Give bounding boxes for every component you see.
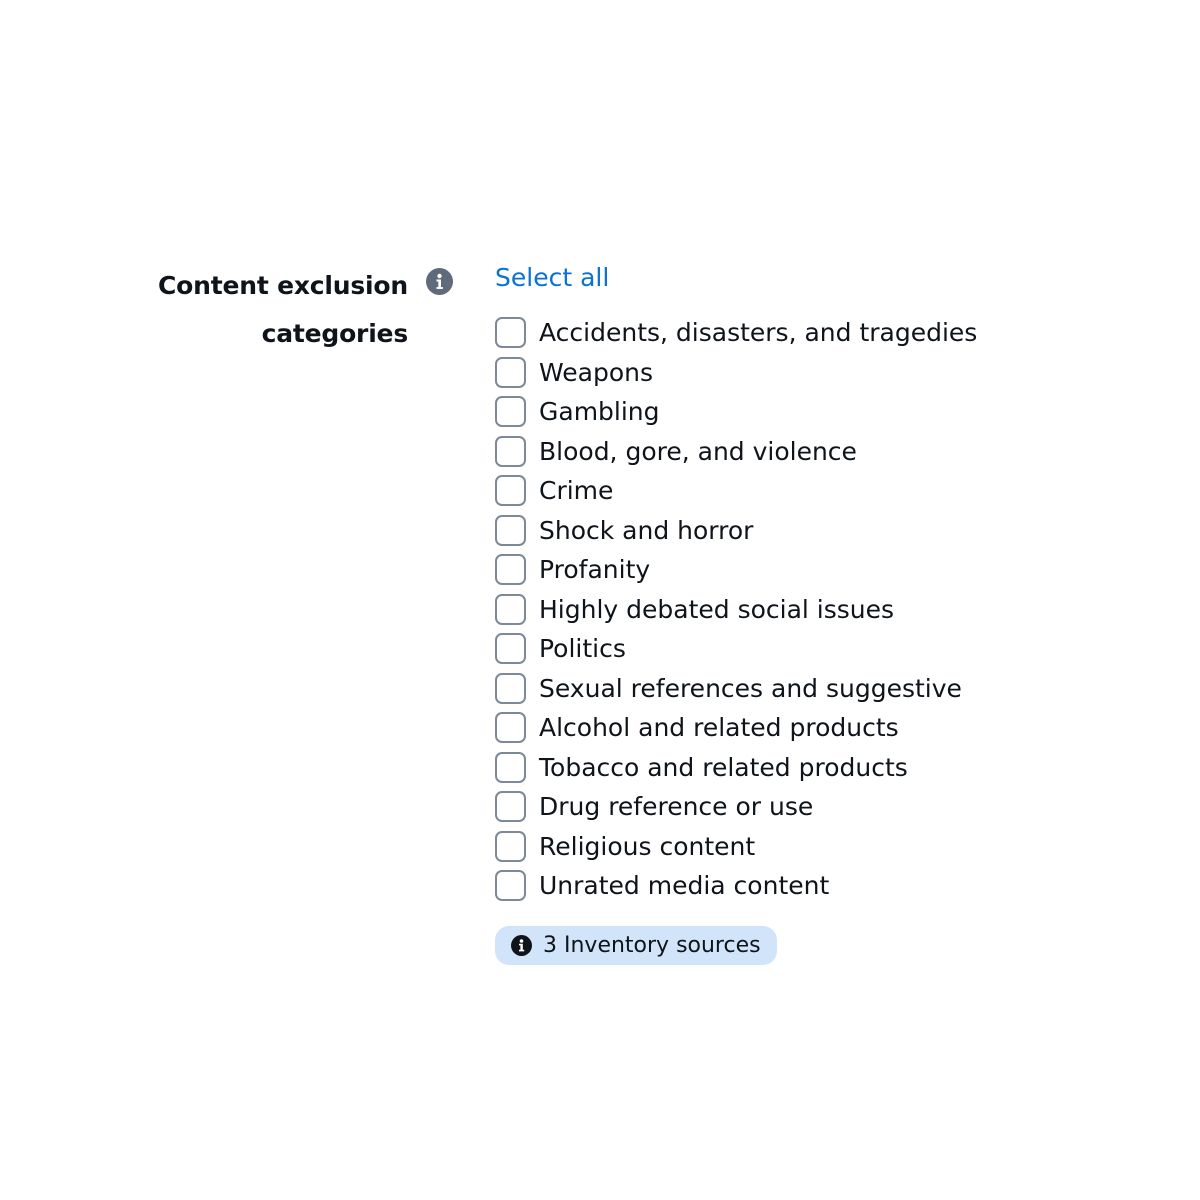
category-option[interactable]: Profanity bbox=[495, 550, 1155, 590]
checkbox-label[interactable]: Shock and horror bbox=[539, 511, 753, 550]
category-option[interactable]: Shock and horror bbox=[495, 511, 1155, 551]
info-icon bbox=[511, 935, 532, 956]
field-label-line-1: Content exclusion bbox=[158, 271, 408, 300]
category-option[interactable]: Blood, gore, and violence bbox=[495, 432, 1155, 472]
checkbox-label[interactable]: Politics bbox=[539, 629, 626, 668]
checkbox-label[interactable]: Sexual references and suggestive bbox=[539, 669, 962, 708]
content-exclusion-control: Select all Accidents, disasters, and tra… bbox=[495, 258, 1155, 906]
category-option[interactable]: Religious content bbox=[495, 827, 1155, 867]
checkbox-label[interactable]: Unrated media content bbox=[539, 866, 829, 905]
checkbox[interactable] bbox=[495, 791, 526, 823]
category-option[interactable]: Gambling bbox=[495, 392, 1155, 432]
checkbox-label[interactable]: Profanity bbox=[539, 550, 650, 589]
category-option[interactable]: Tobacco and related products bbox=[495, 748, 1155, 788]
checkbox[interactable] bbox=[495, 751, 526, 783]
checkbox[interactable] bbox=[495, 870, 526, 902]
checkbox[interactable] bbox=[495, 396, 526, 428]
category-checkbox-list: Accidents, disasters, and tragedies Weapo… bbox=[495, 313, 1155, 906]
field-label: Content exclusion categories bbox=[88, 262, 408, 358]
checkbox[interactable] bbox=[495, 554, 526, 586]
checkbox-label[interactable]: Blood, gore, and violence bbox=[539, 432, 857, 471]
checkbox[interactable] bbox=[495, 475, 526, 507]
checkbox-label[interactable]: Religious content bbox=[539, 827, 755, 866]
category-option[interactable]: Sexual references and suggestive bbox=[495, 669, 1155, 709]
checkbox-label[interactable]: Alcohol and related products bbox=[539, 708, 899, 747]
category-option[interactable]: Politics bbox=[495, 629, 1155, 669]
inventory-sources-badge[interactable]: 3 Inventory sources bbox=[495, 926, 777, 965]
checkbox-label[interactable]: Drug reference or use bbox=[539, 787, 813, 826]
category-option[interactable]: Crime bbox=[495, 471, 1155, 511]
info-icon[interactable] bbox=[426, 268, 453, 295]
category-option[interactable]: Highly debated social issues bbox=[495, 590, 1155, 630]
select-all-link[interactable]: Select all bbox=[495, 258, 609, 298]
checkbox[interactable] bbox=[495, 830, 526, 862]
field-label-line-2: categories bbox=[261, 319, 409, 348]
checkbox[interactable] bbox=[495, 435, 526, 467]
checkbox-label[interactable]: Weapons bbox=[539, 353, 653, 392]
checkbox[interactable] bbox=[495, 593, 526, 625]
checkbox[interactable] bbox=[495, 356, 526, 388]
checkbox-label[interactable]: Highly debated social issues bbox=[539, 590, 894, 629]
checkbox[interactable] bbox=[495, 712, 526, 744]
checkbox[interactable] bbox=[495, 317, 526, 349]
checkbox-label[interactable]: Accidents, disasters, and tragedies bbox=[539, 313, 977, 352]
checkbox-label[interactable]: Gambling bbox=[539, 392, 660, 431]
checkbox-label[interactable]: Tobacco and related products bbox=[539, 748, 908, 787]
category-option[interactable]: Drug reference or use bbox=[495, 787, 1155, 827]
checkbox[interactable] bbox=[495, 633, 526, 665]
checkbox[interactable] bbox=[495, 514, 526, 546]
category-option[interactable]: Unrated media content bbox=[495, 866, 1155, 906]
category-option[interactable]: Weapons bbox=[495, 353, 1155, 393]
category-option[interactable]: Accidents, disasters, and tragedies bbox=[495, 313, 1155, 353]
category-option[interactable]: Alcohol and related products bbox=[495, 708, 1155, 748]
checkbox[interactable] bbox=[495, 672, 526, 704]
badge-text: 3 Inventory sources bbox=[543, 933, 761, 958]
checkbox-label[interactable]: Crime bbox=[539, 471, 613, 510]
